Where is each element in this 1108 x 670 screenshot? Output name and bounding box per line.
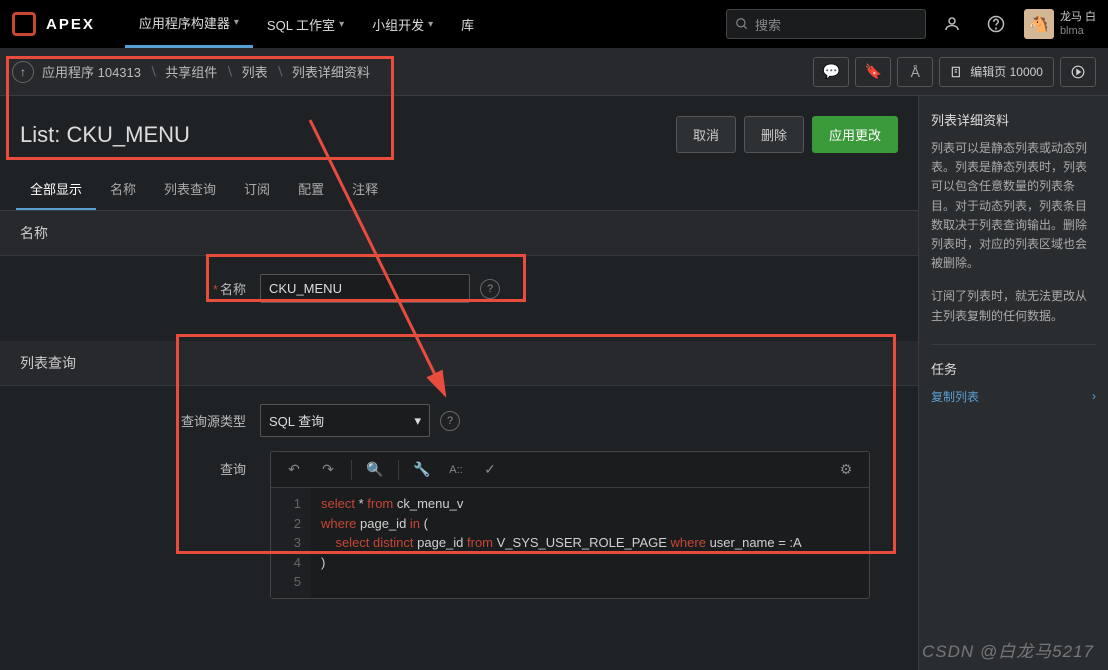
delete-button[interactable]: 删除 <box>744 116 804 153</box>
source-type-select[interactable]: SQL 查询 ▾ <box>260 404 430 437</box>
nav-sql-workshop[interactable]: SQL 工作室▾ <box>253 0 358 48</box>
watermark: CSDN @白龙马5217 <box>922 637 1094 662</box>
edit-icon <box>950 65 964 79</box>
section-query-header: 列表查询 <box>0 341 918 386</box>
chevron-down-icon: ▾ <box>339 19 344 30</box>
task-copy-list[interactable]: 复制列表 › <box>931 388 1096 405</box>
search-icon <box>735 17 749 31</box>
redo-icon[interactable]: ↷ <box>313 457 343 483</box>
logo-text: APEX <box>46 16 95 33</box>
search-input[interactable]: 搜索 <box>726 9 926 39</box>
oracle-logo-icon <box>12 12 36 36</box>
run-button[interactable] <box>1060 57 1096 87</box>
breadcrumb: ↑ 应用程序 104313 ∖ 共享组件 ∖ 列表 ∖ 列表详细资料 <box>12 61 370 83</box>
topbar: APEX 应用程序构建器▾ SQL 工作室▾ 小组开发▾ 库 搜索 🐴 龙马 白… <box>0 0 1108 48</box>
avatar: 🐴 <box>1024 9 1054 39</box>
autocomplete-icon[interactable]: A:: <box>441 457 471 483</box>
font-icon[interactable]: Å <box>897 57 933 87</box>
right-panel: 列表详细资料 列表可以是静态列表或动态列表。列表是静态列表时，列表可以包含任意数… <box>918 96 1108 670</box>
tasks-header: 任务 <box>931 344 1096 378</box>
edit-page-button[interactable]: 编辑页 10000 <box>939 57 1054 87</box>
tab-subscription[interactable]: 订阅 <box>230 169 284 210</box>
query-label: 查询 <box>20 451 260 478</box>
apply-changes-button[interactable]: 应用更改 <box>812 116 898 153</box>
page-title: List: CKU_MENU <box>20 122 190 148</box>
nav-app-builder[interactable]: 应用程序构建器▾ <box>125 0 253 48</box>
tabs: 全部显示 名称 列表查询 订阅 配置 注释 <box>0 169 918 211</box>
subheader: ↑ 应用程序 104313 ∖ 共享组件 ∖ 列表 ∖ 列表详细资料 💬 🔖 Å… <box>0 48 1108 96</box>
bc-current: 列表详细资料 <box>292 62 370 81</box>
code-toolbar: ↶ ↷ 🔍 🔧 A:: ✓ ⚙ <box>271 452 869 488</box>
tab-show-all[interactable]: 全部显示 <box>16 169 96 210</box>
nav-team-dev[interactable]: 小组开发▾ <box>358 0 447 48</box>
user-menu[interactable]: 🐴 龙马 白 blma <box>1024 9 1096 39</box>
nav-gallery[interactable]: 库 <box>447 0 488 48</box>
chevron-down-icon: ▾ <box>414 413 421 429</box>
settings-icon[interactable]: ⚙ <box>831 457 861 483</box>
section-name-header: 名称 <box>0 211 918 256</box>
user-id: blma <box>1060 24 1096 38</box>
bc-shared[interactable]: 共享组件 <box>165 62 217 81</box>
admin-icon[interactable] <box>934 6 970 42</box>
undo-icon[interactable]: ↶ <box>279 457 309 483</box>
code-editor[interactable]: ↶ ↷ 🔍 🔧 A:: ✓ ⚙ 12345 select * from ck_m… <box>270 451 870 599</box>
chevron-down-icon: ▾ <box>428 19 433 30</box>
search-placeholder: 搜索 <box>755 15 781 34</box>
code-lines[interactable]: select * from ck_menu_vwhere page_id in … <box>311 488 869 598</box>
validate-icon[interactable]: ✓ <box>475 457 505 483</box>
tab-name[interactable]: 名称 <box>96 169 150 210</box>
line-gutter: 12345 <box>271 488 311 598</box>
help-icon[interactable] <box>978 6 1014 42</box>
tab-list-query[interactable]: 列表查询 <box>150 169 230 210</box>
wrench-icon[interactable]: 🔧 <box>407 457 437 483</box>
right-desc2: 订阅了列表时，就无法更改从主列表复制的任何数据。 <box>931 287 1096 325</box>
chevron-down-icon: ▾ <box>234 17 239 28</box>
name-input[interactable] <box>260 274 470 303</box>
bc-lists[interactable]: 列表 <box>242 62 268 81</box>
tab-config[interactable]: 配置 <box>284 169 338 210</box>
user-name: 龙马 白 <box>1060 10 1096 24</box>
tag-icon[interactable]: 🔖 <box>855 57 891 87</box>
right-desc1: 列表可以是静态列表或动态列表。列表是静态列表时，列表可以包含任意数量的列表条目。… <box>931 139 1096 273</box>
tab-comments[interactable]: 注释 <box>338 169 392 210</box>
comment-icon[interactable]: 💬 <box>813 57 849 87</box>
name-label: *名称 <box>20 279 260 298</box>
help-icon[interactable]: ? <box>440 411 460 431</box>
bc-app[interactable]: 应用程序 104313 <box>42 62 141 81</box>
source-type-label: 查询源类型 <box>20 411 260 430</box>
main-content: List: CKU_MENU 取消 删除 应用更改 全部显示 名称 列表查询 订… <box>0 96 918 670</box>
help-icon[interactable]: ? <box>480 279 500 299</box>
right-title: 列表详细资料 <box>931 110 1096 129</box>
up-icon[interactable]: ↑ <box>12 61 34 83</box>
chevron-right-icon: › <box>1092 389 1096 403</box>
search-icon[interactable]: 🔍 <box>360 457 390 483</box>
cancel-button[interactable]: 取消 <box>676 116 736 153</box>
